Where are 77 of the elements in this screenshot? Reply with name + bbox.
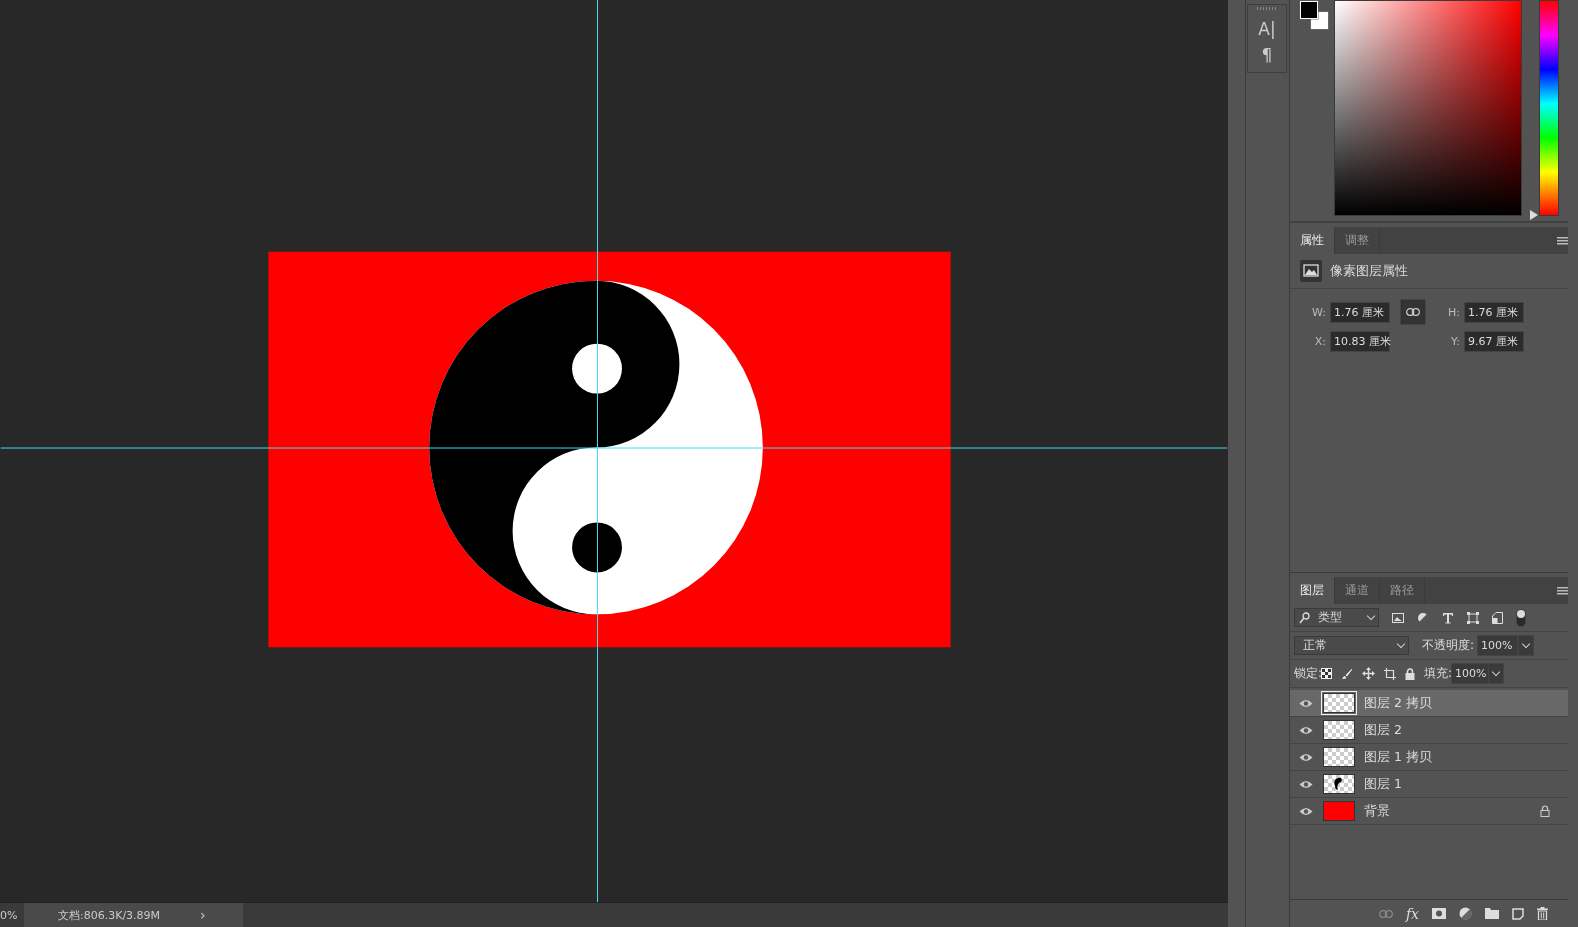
tool-icon[interactable]: A| bbox=[1258, 16, 1276, 42]
horizontal-guide[interactable] bbox=[0, 447, 1228, 449]
panel-tab[interactable]: 属性 bbox=[1290, 227, 1335, 254]
link-icon bbox=[1406, 308, 1420, 316]
lock-label: 锁定: bbox=[1294, 665, 1323, 682]
layer-thumbnail bbox=[1323, 720, 1355, 740]
shape-filter-icon[interactable] bbox=[1467, 611, 1479, 624]
zoom-level: 0% bbox=[0, 908, 19, 922]
input-field[interactable]: 1.76 厘米 bbox=[1330, 301, 1390, 323]
grip-icon[interactable] bbox=[1257, 7, 1277, 10]
color-swatches-icon[interactable] bbox=[1299, 0, 1329, 30]
crop-icon[interactable] bbox=[1384, 667, 1397, 680]
mask-icon[interactable] bbox=[1432, 908, 1446, 919]
layer-name: 图层 2 bbox=[1364, 721, 1402, 739]
input-field[interactable]: 1.76 厘米 bbox=[1464, 301, 1524, 323]
color-field[interactable] bbox=[1334, 0, 1522, 216]
opacity-label: 不透明度: bbox=[1422, 637, 1475, 654]
adjustment-icon[interactable] bbox=[1459, 907, 1472, 920]
layer-thumbnail bbox=[1323, 801, 1355, 821]
folder-icon[interactable] bbox=[1485, 908, 1499, 919]
lock-transparency-icon[interactable] bbox=[1321, 668, 1333, 679]
layer-row[interactable]: 图层 1 拷贝 bbox=[1290, 744, 1568, 771]
expand-arrow[interactable]: › bbox=[200, 907, 206, 923]
document-size: 文档:806.3K/3.89M bbox=[58, 907, 161, 923]
move-icon[interactable] bbox=[1362, 667, 1376, 680]
panel-tab[interactable]: 调整 bbox=[1335, 227, 1380, 254]
field-label: W: bbox=[1311, 305, 1326, 319]
filter-dropdown[interactable]: 类型 bbox=[1294, 608, 1379, 627]
eye-icon[interactable] bbox=[1299, 806, 1313, 816]
eye-icon[interactable] bbox=[1299, 698, 1313, 708]
image-filter-icon[interactable] bbox=[1392, 612, 1404, 623]
fill-dropdown[interactable] bbox=[1488, 663, 1505, 684]
filter-toggle[interactable] bbox=[1516, 608, 1526, 627]
image-icon bbox=[1300, 260, 1322, 282]
brush-icon[interactable] bbox=[1341, 667, 1354, 680]
smart-object-filter-icon[interactable] bbox=[1492, 611, 1503, 624]
layer-row[interactable]: 图层 1 bbox=[1290, 771, 1568, 798]
opacity-dropdown[interactable] bbox=[1518, 635, 1535, 656]
fill-label: 填充: bbox=[1424, 665, 1453, 682]
field-label: Y: bbox=[1450, 335, 1460, 348]
layer-name: 背景 bbox=[1364, 802, 1390, 820]
search-icon bbox=[1299, 611, 1310, 624]
layer-name: 图层 1 bbox=[1364, 775, 1402, 793]
panel-tab[interactable]: 图层 bbox=[1290, 577, 1335, 604]
layer-row[interactable]: 背景 bbox=[1290, 798, 1568, 825]
layer-thumbnail bbox=[1323, 774, 1355, 794]
layer-row[interactable]: 图层 2 拷贝 bbox=[1290, 690, 1568, 717]
layer-row[interactable]: 图层 2 bbox=[1290, 717, 1568, 744]
properties-heading: 像素图层属性 bbox=[1330, 262, 1408, 280]
eye-icon[interactable] bbox=[1299, 752, 1313, 762]
link-button[interactable] bbox=[1400, 299, 1426, 325]
panel-tab[interactable]: 通道 bbox=[1335, 577, 1380, 604]
layer-style-button[interactable]: fx bbox=[1405, 905, 1419, 922]
tool-icon[interactable]: ¶ bbox=[1261, 42, 1273, 68]
new-layer-icon[interactable] bbox=[1512, 907, 1524, 920]
eye-icon[interactable] bbox=[1299, 725, 1313, 735]
input-field[interactable]: 10.83 厘米 bbox=[1330, 331, 1390, 352]
lock-icon[interactable] bbox=[1405, 667, 1416, 680]
menu-icon[interactable] bbox=[1557, 586, 1568, 595]
blend-mode-dropdown[interactable]: 正常 bbox=[1294, 636, 1409, 655]
input-field[interactable]: 9.67 厘米 bbox=[1464, 331, 1524, 352]
menu-icon[interactable] bbox=[1557, 236, 1568, 245]
layer-thumbnail bbox=[1323, 747, 1355, 767]
field-label: H: bbox=[1447, 305, 1460, 319]
opacity-field[interactable]: 100% bbox=[1477, 635, 1519, 656]
layer-name: 图层 2 拷贝 bbox=[1364, 694, 1432, 712]
type-filter-icon[interactable] bbox=[1442, 611, 1454, 624]
trash-icon[interactable] bbox=[1537, 907, 1548, 920]
document-info-bar[interactable]: 文档:806.3K/3.89M › bbox=[24, 903, 243, 927]
layer-thumbnail bbox=[1323, 693, 1355, 713]
field-label: X: bbox=[1313, 335, 1326, 348]
adjustment-filter-icon[interactable] bbox=[1417, 611, 1429, 624]
lock-icon bbox=[1540, 805, 1550, 817]
layer-name: 图层 1 拷贝 bbox=[1364, 748, 1432, 766]
eye-icon[interactable] bbox=[1299, 779, 1313, 789]
panel-tab[interactable]: 路径 bbox=[1380, 577, 1425, 604]
hue-slider-thumb[interactable] bbox=[1530, 210, 1538, 220]
